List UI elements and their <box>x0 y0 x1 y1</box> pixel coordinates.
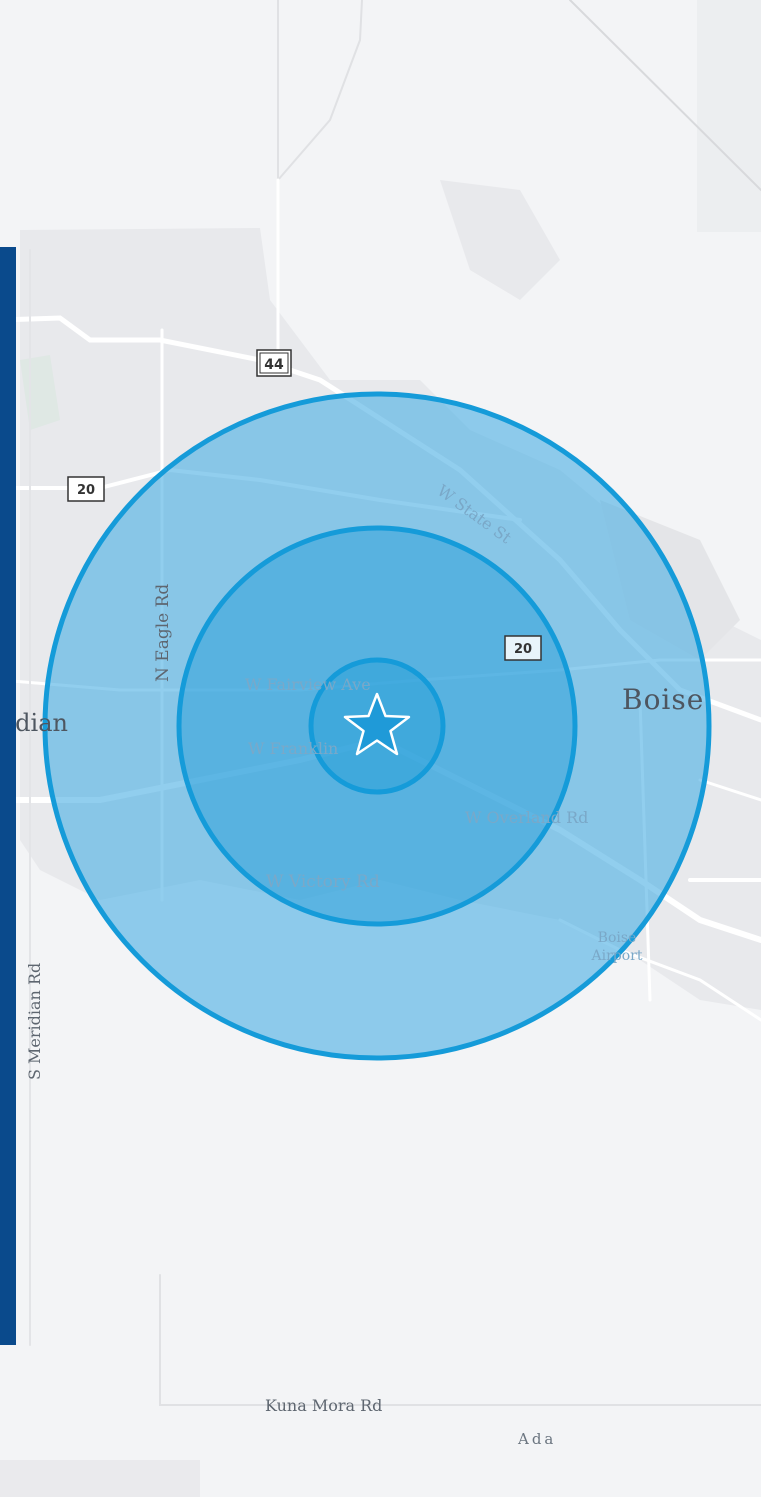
highway-shield-20-center: 20 <box>504 635 542 661</box>
road-label-kuna-mora-rd: Kuna Mora Rd <box>265 1396 382 1415</box>
place-label-ada: Ada <box>517 1430 556 1448</box>
road-label-w-victory-rd: W Victory Rd <box>266 872 380 892</box>
place-label-boise: Boise <box>622 683 704 716</box>
shield-44-label: 44 <box>264 357 284 373</box>
road-label-w-fairview-ave: W Fairview Ave <box>245 675 371 694</box>
map-canvas[interactable]: 44 20 20 ridian Boise Boise Airport Ada … <box>0 0 761 1497</box>
road-label-n-eagle-rd: N Eagle Rd <box>153 584 173 682</box>
road-label-w-franklin: W Franklin <box>248 739 338 758</box>
shield-20-center-label: 20 <box>514 642 532 657</box>
place-label-boise-airport-line1: Boise <box>598 930 637 946</box>
highway-shield-44: 44 <box>256 349 292 377</box>
highway-shield-20-west: 20 <box>67 476 105 502</box>
road-label-s-meridian-rd: S Meridian Rd <box>25 963 44 1080</box>
place-label-boise-airport-line2: Airport <box>591 948 643 964</box>
road-label-w-overland-rd: W Overland Rd <box>465 808 588 827</box>
shield-20-west-label: 20 <box>77 483 95 498</box>
sidebar-panel-edge[interactable] <box>0 247 16 1345</box>
